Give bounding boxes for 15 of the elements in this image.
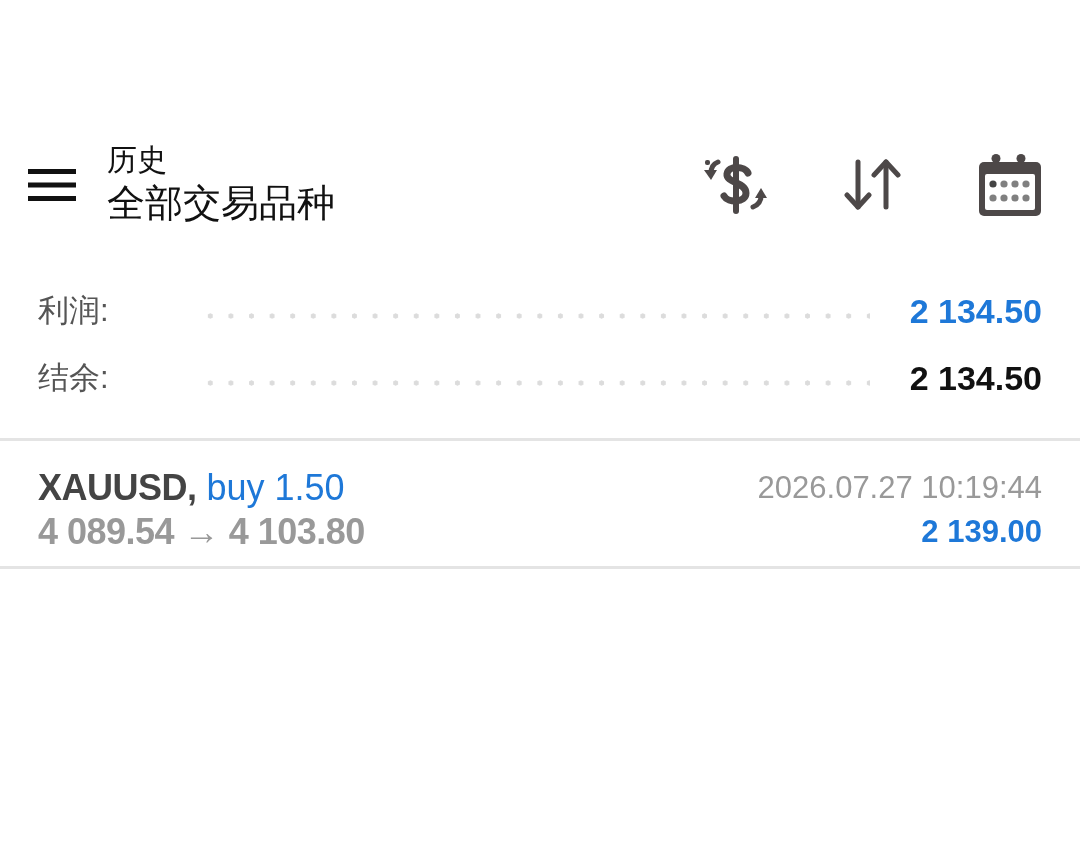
calendar-icon[interactable] <box>979 154 1041 216</box>
summary-label: 结余: <box>38 359 110 398</box>
summary-value: 2 134.50 <box>909 358 1042 399</box>
sort-arrows-icon[interactable] <box>844 159 904 211</box>
trade-symbol: XAUUSD, <box>38 466 197 510</box>
summary-value: 2 134.50 <box>909 291 1042 332</box>
trade-direction-volume: buy 1.50 <box>206 466 345 510</box>
trade-profit: 2 139.00 <box>921 513 1042 551</box>
symbol-filter-title[interactable]: 全部交易品种 <box>107 178 335 228</box>
trade-time: 2026.07.27 10:19:44 <box>757 469 1042 507</box>
trade-prices: 4 089.54 → 4 103.80 <box>38 510 365 554</box>
summary-label: 利润: <box>38 292 110 331</box>
page-title: 历史 <box>107 142 168 178</box>
menu-icon[interactable] <box>28 169 76 201</box>
currency-exchange-icon[interactable] <box>703 156 769 214</box>
